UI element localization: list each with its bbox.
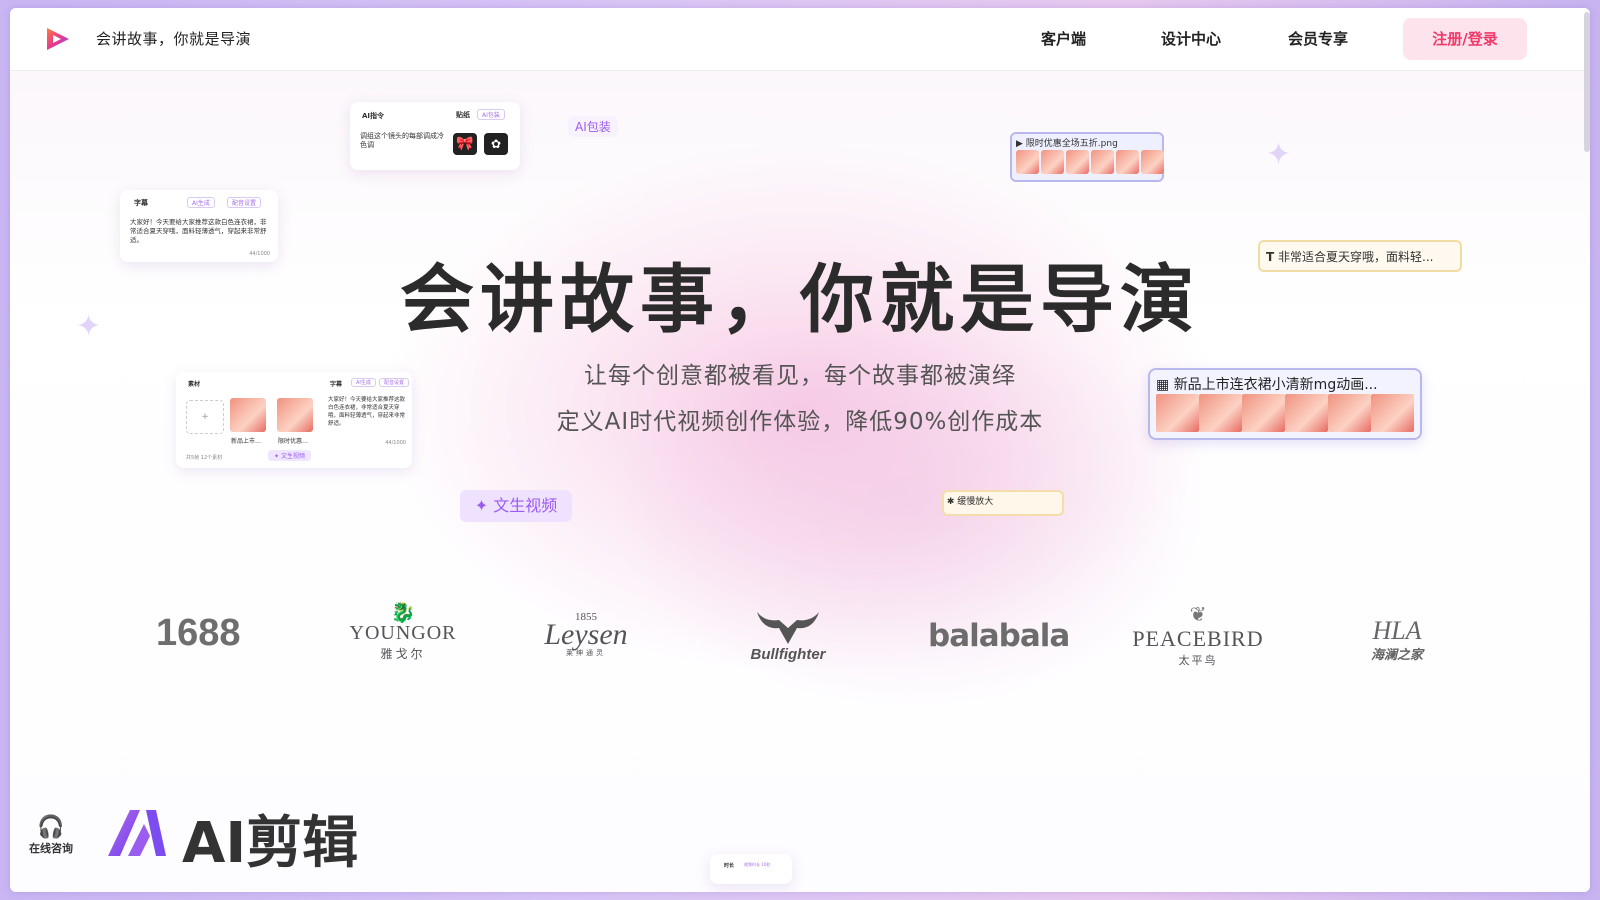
effect-icon: ✱ xyxy=(946,497,955,507)
login-register-button[interactable]: 注册/登录 xyxy=(1403,18,1527,60)
material-thumbnail[interactable] xyxy=(277,398,313,432)
bow-sticker-icon[interactable]: 🎀 xyxy=(453,133,477,155)
sparkle-icon: ✦ xyxy=(474,496,489,515)
material-card-title: 素材 xyxy=(188,381,201,388)
duration-card: 时长 视频时长 10秒 xyxy=(710,854,792,884)
thumbnail-image xyxy=(1116,150,1139,174)
material-tab-subtitle[interactable]: 字幕 xyxy=(330,379,342,388)
brand-tagline: 会讲故事，你就是导演 xyxy=(96,30,252,48)
tag-voice-settings[interactable]: 配音设置 xyxy=(379,378,410,387)
material-card-text: 大家好！今天要给大家推荐这款白色连衣裙，非常适合夏天穿哦，面料轻薄透气，穿起来非… xyxy=(328,397,406,427)
brand-1688-logo: 1688 xyxy=(156,612,241,654)
material-item-2-label: 限时优惠… xyxy=(278,438,309,445)
material-thumbnail[interactable] xyxy=(230,398,266,432)
ai-command-text: 调组这个镜头的每部调成冷色调 xyxy=(360,132,444,149)
video-thumbnails xyxy=(1156,394,1414,432)
video-track-label: ▦ 新品上市连衣裙小清新mg动画... xyxy=(1156,377,1378,393)
add-material-button[interactable]: + xyxy=(186,400,224,434)
browser-window: 会讲故事，你就是导演 客户端 设计中心 会员专享 注册/登录 ✦ ✦ AI指令 … xyxy=(10,8,1590,892)
thumbnail-image xyxy=(1066,150,1089,174)
png-thumbnails xyxy=(1016,150,1164,174)
material-item-1-label: 新品上市… xyxy=(231,438,262,445)
material-card: 素材 字幕 AI生成 配音设置 + 新品上市… 限时优惠… 大家好！今天要给大家… xyxy=(176,372,412,468)
nav-design-center[interactable]: 设计中心 xyxy=(1161,28,1221,49)
sparkle-icon: ✦ xyxy=(1266,137,1292,172)
duration-card-tag: 视频时长 10秒 xyxy=(744,862,771,867)
video-track-card[interactable]: ▦ 新品上市连衣裙小清新mg动画... xyxy=(1148,368,1422,440)
brand-leysen-logo: 1855 Leysen 莱绅通灵 xyxy=(544,611,628,658)
bird-icon: ❦ xyxy=(1189,602,1207,626)
ai-edit-title: AI剪辑 xyxy=(182,811,359,876)
tab-ai-pack[interactable]: AI包装 xyxy=(477,109,505,120)
text-to-video-button[interactable]: ✦ 文生视频 xyxy=(460,490,572,522)
thumbnail-image xyxy=(1016,150,1039,174)
brand-youngor-logo: 🐉 YOUNGOR 雅戈尔 xyxy=(343,602,463,662)
material-card-count: 44/1000 xyxy=(385,440,406,446)
top-navbar: 会讲故事，你就是导演 客户端 设计中心 会员专享 注册/登录 xyxy=(10,8,1590,152)
video-frame-thumbnail xyxy=(1199,394,1242,432)
brand-peacebird-logo: ❦ PEACEBIRD 太平鸟 xyxy=(1128,602,1268,668)
tag-voice-settings[interactable]: 配音设置 xyxy=(227,197,262,208)
ai-command-title: AI指令 xyxy=(362,112,385,120)
zoom-effect-chip[interactable]: ✱ 缓慢放大 xyxy=(942,490,1064,516)
ai-pack-label: AI包装 xyxy=(568,116,618,137)
nav-client[interactable]: 客户端 xyxy=(1041,28,1086,49)
customer-service-icon: 🎧 xyxy=(37,815,65,840)
video-frame-thumbnail xyxy=(1328,394,1371,432)
text-to-video-mini-button[interactable]: ✦ 文生视频 xyxy=(268,450,311,461)
thumbnail-image xyxy=(1141,150,1164,174)
tag-ai-generate[interactable]: AI生成 xyxy=(187,197,215,208)
thumbnail-image xyxy=(1091,150,1114,174)
online-consult-button[interactable]: 🎧 在线咨询 xyxy=(26,816,76,856)
material-card-footer: 共5帧 12个素材 xyxy=(186,455,223,461)
nav-member[interactable]: 会员专享 xyxy=(1288,28,1348,49)
ai-command-card: AI指令 贴纸 AI包装 调组这个镜头的每部调成冷色调 🎀 ✿ xyxy=(350,102,520,170)
scrollbar-thumb[interactable] xyxy=(1584,12,1590,152)
logo-icon[interactable] xyxy=(42,24,72,54)
subtitle-card-title: 字幕 xyxy=(134,199,148,207)
video-frame-thumbnail xyxy=(1285,394,1328,432)
flower-sticker-icon[interactable]: ✿ xyxy=(484,133,508,155)
tag-ai-generate[interactable]: AI生成 xyxy=(351,378,376,387)
thumbnail-image xyxy=(1041,150,1064,174)
png-image-card[interactable]: ▶ 限时优惠全场五折.png xyxy=(1010,132,1164,182)
bull-icon xyxy=(757,612,819,644)
tab-sticker[interactable]: 贴纸 xyxy=(456,110,470,120)
hero-title: 会讲故事，你就是导演 xyxy=(400,257,1200,343)
png-card-label: ▶ 限时优惠全场五折.png xyxy=(1016,139,1118,149)
video-frame-thumbnail xyxy=(1242,394,1285,432)
video-icon: ▦ xyxy=(1156,377,1170,393)
duration-card-title: 时长 xyxy=(724,863,735,869)
brand-bullfighter-logo: Bullfighter xyxy=(738,608,838,663)
video-frame-thumbnail xyxy=(1371,394,1414,432)
brand-hla-logo: HLA 海澜之家 xyxy=(1370,616,1423,664)
dragon-icon: 🐉 xyxy=(390,600,416,624)
ai-edit-logo-icon xyxy=(108,810,166,856)
brand-balabala-logo: balabala xyxy=(928,618,1070,654)
video-frame-thumbnail xyxy=(1156,394,1199,432)
